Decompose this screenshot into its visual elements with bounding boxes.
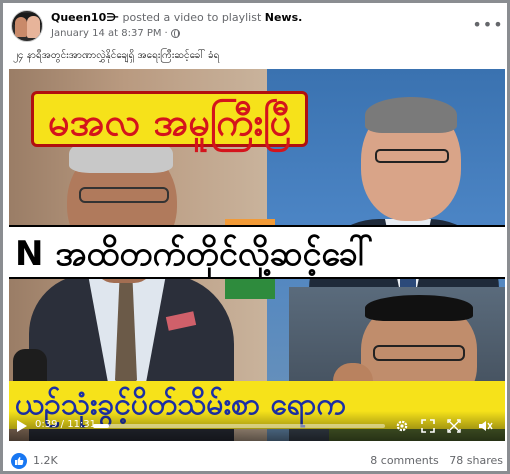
- post-timestamp[interactable]: January 14 at 8:37 PM: [51, 28, 162, 39]
- post-stats: 8 comments 78 shares: [370, 454, 503, 467]
- playlist-link[interactable]: News.: [265, 11, 303, 24]
- post-header: Queen10⋺ posted a video to playlist News…: [11, 9, 503, 43]
- post-card: Queen10⋺ posted a video to playlist News…: [0, 0, 510, 474]
- headline-top: မအလ အမူကြီးပြီ: [31, 91, 309, 147]
- bottom-person-hair: [365, 295, 473, 321]
- time-total: 11:31: [67, 419, 97, 430]
- time-current: 0:39: [35, 419, 58, 430]
- left-person-glasses: [79, 187, 169, 203]
- seek-bar[interactable]: [93, 424, 385, 428]
- play-icon[interactable]: [17, 420, 27, 432]
- right-person-glasses: [375, 149, 449, 163]
- video-player[interactable]: မအလ အမူကြီးပြီ N အထိတက်တိုင်လို့ဆင့်ခေါ်…: [9, 69, 505, 441]
- post-action-text: posted a video to playlist: [119, 11, 265, 24]
- post-footer: 1.2K 8 comments 78 shares: [11, 451, 503, 471]
- more-options-button[interactable]: •••: [472, 13, 502, 35]
- video-controls: 0:39 / 11:31: [9, 411, 505, 441]
- seek-bar-progress: [93, 424, 110, 428]
- globe-icon: [170, 29, 180, 38]
- reaction-count[interactable]: 1.2K: [33, 454, 58, 467]
- volume-icon[interactable]: [477, 417, 495, 435]
- settings-icon[interactable]: [393, 417, 411, 435]
- headline-middle: N အထိတက်တိုင်လို့ဆင့်ခေါ်: [9, 225, 505, 279]
- like-icon[interactable]: [11, 453, 27, 469]
- post-meta: January 14 at 8:37 PM ·: [51, 28, 180, 39]
- author-name[interactable]: Queen10: [51, 11, 106, 24]
- bottom-person-glasses: [373, 345, 465, 361]
- time-display: 0:39 / 11:31: [35, 419, 96, 430]
- post-title-line: Queen10⋺ posted a video to playlist News…: [51, 11, 302, 24]
- comment-count[interactable]: 8 comments: [370, 454, 439, 467]
- time-separator: /: [57, 419, 68, 430]
- post-caption: ၂၄ နာရီအတွင်းအာဏာလွှဲနိုင်ချေရှိ အရေးကြီ…: [13, 50, 220, 61]
- author-badge: ⋺: [106, 11, 119, 24]
- expand-icon[interactable]: [445, 417, 463, 435]
- right-person-hair: [365, 97, 457, 133]
- avatar-person-right: [27, 16, 40, 38]
- share-count[interactable]: 78 shares: [449, 454, 503, 467]
- avatar-person-left: [15, 17, 27, 37]
- meta-separator: ·: [164, 28, 168, 39]
- avatar[interactable]: [11, 10, 43, 42]
- fullscreen-icon[interactable]: [419, 417, 437, 435]
